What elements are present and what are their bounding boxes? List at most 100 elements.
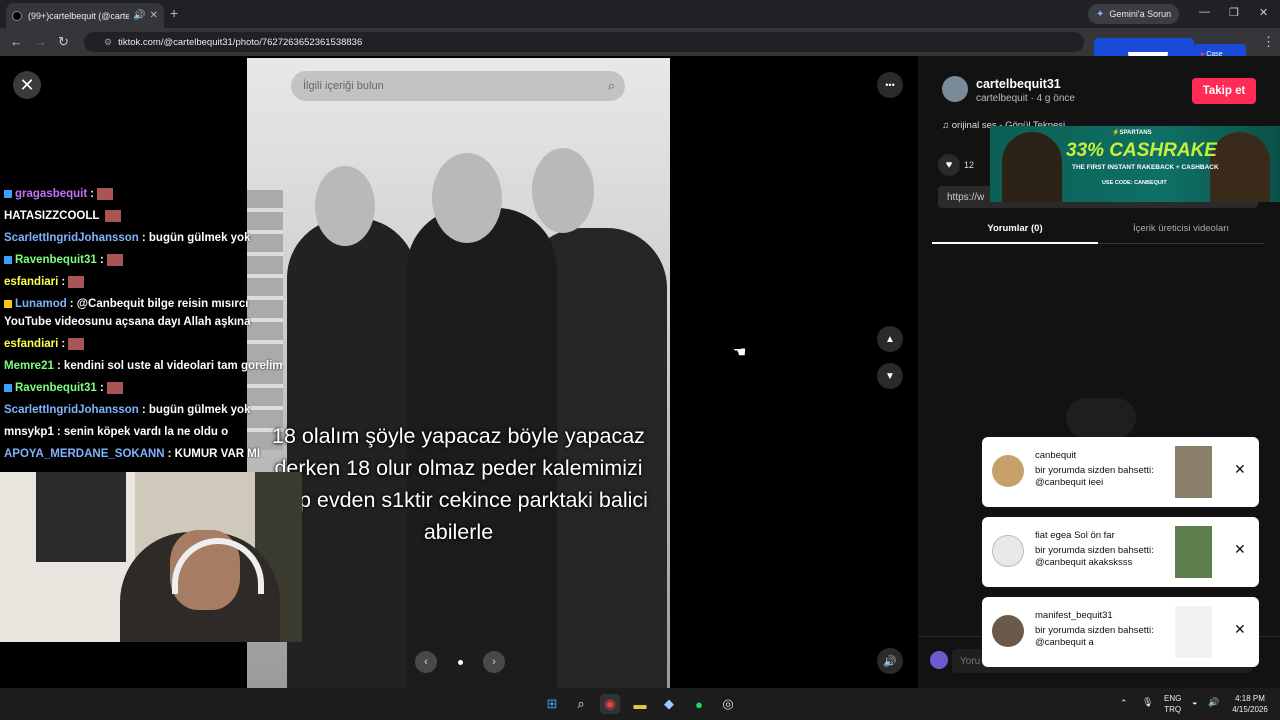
photo-post[interactable]: İlgili içeriği bulun ⌕ 18 olalım şöyle y… (247, 58, 670, 688)
related-search-input[interactable]: İlgili içeriği bulun ⌕ (291, 71, 625, 101)
chat-message: esfandiari: (4, 276, 85, 289)
site-info-icon[interactable]: ⚙ (104, 37, 112, 48)
chat-message: ScarlettIngridJohansson: bugün gülmek yo… (4, 404, 250, 416)
chat-message: Ravenbequit31: (4, 382, 123, 394)
pager-dot (457, 659, 463, 665)
clock[interactable]: 4:18 PM 4/15/2026 (1226, 693, 1274, 715)
gemini-icon: ✦ (1096, 8, 1105, 20)
tab-close-button[interactable]: ✕ (150, 10, 158, 21)
file-explorer-icon[interactable]: ▬ (630, 694, 650, 714)
chat-separator: : (141, 232, 146, 244)
notification-message: bir yorumda sizden bahsetti: @canbequit … (1035, 545, 1154, 568)
windows-start-icon[interactable]: ⊞ (542, 694, 562, 714)
chat-text: YouTube videosunu açsana dayı Allah aşkı… (4, 316, 251, 328)
banner-headline: 33% CASHRAKE (1066, 140, 1217, 161)
chat-badge-icon (4, 190, 12, 198)
notification-close-button[interactable]: ✕ (1234, 541, 1246, 558)
address-bar-row: ← → ↻ ⚙ tiktok.com/@cartelbequit31/photo… (0, 28, 1280, 56)
language-indicator[interactable]: ENG TRQ (1164, 693, 1181, 715)
mouse-cursor-icon: ☚ (733, 344, 747, 361)
chat-message: Ravenbequit31: (4, 254, 123, 266)
chat-user: HATASIZZCOOLL (4, 210, 100, 223)
spotify-icon[interactable]: ● (689, 694, 709, 714)
like-heart-icon[interactable]: ♥ (938, 154, 960, 176)
author-subline: cartelbequit · 4 g önce (976, 93, 1075, 104)
window-close-button[interactable]: ✕ (1259, 6, 1268, 19)
browser-menu-icon[interactable]: ⋮ (1262, 34, 1275, 50)
chat-emote-icon (106, 254, 123, 266)
chat-separator: : (56, 426, 61, 438)
notification-close-button[interactable]: ✕ (1234, 461, 1246, 478)
tab-mute-icon[interactable]: 🔊 (133, 10, 145, 21)
chat-message: ScarlettIngridJohansson: bugün gülmek yo… (4, 232, 250, 244)
chat-emote-icon (105, 210, 122, 222)
chrome-icon[interactable]: ◉ (600, 694, 620, 714)
chat-message: gragasbequit: (4, 188, 114, 201)
chat-separator: : (90, 188, 95, 201)
mention-notification[interactable]: fiat egea Sol ön far bir yorumda sizden … (982, 517, 1259, 587)
notification-thumbnail[interactable] (1175, 606, 1212, 658)
empty-comments-illustration (1066, 398, 1136, 438)
chat-message: esfandiari: (4, 338, 85, 351)
notification-avatar (992, 615, 1024, 647)
chat-text: bugün gülmek yok (148, 404, 251, 416)
prev-photo-button[interactable]: ‹ (415, 651, 437, 673)
search-icon[interactable]: ⌕ (608, 78, 615, 94)
chat-user: esfandiari (4, 338, 59, 351)
windows-taskbar: ⊞ ⌕ ◉ ▬ ◆ ● ◎ ⌃ 🎙 ENG TRQ ◒ 🔊 4:18 PM 4/… (0, 688, 1280, 720)
forward-arrow-icon[interactable]: → (34, 34, 47, 49)
obs-icon[interactable]: ◎ (718, 694, 738, 714)
chat-user: Ravenbequit31 (15, 254, 97, 267)
search-icon[interactable]: ⌕ (571, 694, 591, 714)
banner-subline: THE FIRST INSTANT RAKEBACK + CASHBACK (1072, 164, 1219, 171)
notification-close-button[interactable]: ✕ (1234, 621, 1246, 638)
photo-head-right (532, 148, 594, 233)
author-avatar[interactable] (942, 76, 968, 102)
reload-icon[interactable]: ↻ (58, 34, 69, 50)
restore-button[interactable]: ❐ (1229, 6, 1239, 19)
chat-emote-icon (68, 276, 85, 288)
tab-comments[interactable]: Yorumlar (0) (932, 223, 1098, 244)
notification-thumbnail[interactable] (1175, 526, 1212, 578)
language-top: ENG (1164, 694, 1182, 703)
previous-post-button[interactable]: ▲ (877, 326, 903, 352)
url-text: tiktok.com/@cartelbequit31/photo/7627263… (118, 36, 363, 48)
photo-pager: ‹ › (415, 650, 505, 674)
clock-date: 4/15/2026 (1232, 705, 1268, 714)
minimize-button[interactable]: — (1199, 6, 1210, 18)
steam-icon[interactable]: ◆ (659, 694, 679, 714)
author-username[interactable]: cartelbequit31 (976, 77, 1061, 91)
banner-brand: ⚡SPARTANS (1112, 130, 1152, 136)
streamer-webcam (0, 472, 302, 642)
next-post-button[interactable]: ▼ (877, 363, 903, 389)
mention-notification[interactable]: canbequit bir yorumda sizden bahsetti: @… (982, 437, 1259, 507)
next-photo-button[interactable]: › (483, 651, 505, 673)
chat-separator: : (61, 338, 66, 351)
chat-emote-icon (68, 338, 85, 350)
volume-icon[interactable]: 🔊 (1208, 697, 1219, 708)
tab-creator-videos[interactable]: İçerik üreticisi videoları (1098, 223, 1264, 234)
back-arrow-icon[interactable]: ← (10, 34, 23, 49)
more-options-button[interactable]: ••• (877, 72, 903, 98)
microphone-icon[interactable]: 🎙 (1142, 697, 1153, 708)
chat-text: KUMUR VAR MI (174, 448, 261, 460)
follow-button[interactable]: Takip et (1192, 78, 1256, 104)
browser-tab[interactable]: (99+)cartelbequit (@carte 🔊 ✕ (6, 3, 164, 28)
new-tab-button[interactable]: + (170, 5, 178, 21)
chat-separator: : (69, 298, 74, 310)
gemini-button[interactable]: ✦ Gemini'a Sorun (1088, 4, 1180, 24)
network-icon[interactable]: ◒ (1192, 697, 1197, 708)
chat-separator: : (167, 448, 172, 460)
tray-chevron-icon[interactable]: ⌃ (1120, 698, 1128, 709)
sound-toggle-button[interactable]: 🔊 (877, 648, 903, 674)
chat-badge-icon (4, 299, 12, 308)
chat-separator: : (61, 276, 66, 289)
mention-notification[interactable]: manifest_bequit31 bir yorumda sizden bah… (982, 597, 1259, 667)
url-field[interactable]: ⚙ tiktok.com/@cartelbequit31/photo/76272… (84, 32, 1084, 52)
chat-emote-icon (97, 188, 114, 200)
notification-message: bir yorumda sizden bahsetti: @canbequit … (1035, 465, 1154, 488)
chat-user: ScarlettIngridJohansson (4, 404, 139, 416)
stream-chat-overlay: gragasbequit: HATASIZZCOOLL ScarlettIngr… (0, 184, 290, 474)
close-viewer-button[interactable]: ✕ (13, 71, 41, 99)
notification-thumbnail[interactable] (1175, 446, 1212, 498)
